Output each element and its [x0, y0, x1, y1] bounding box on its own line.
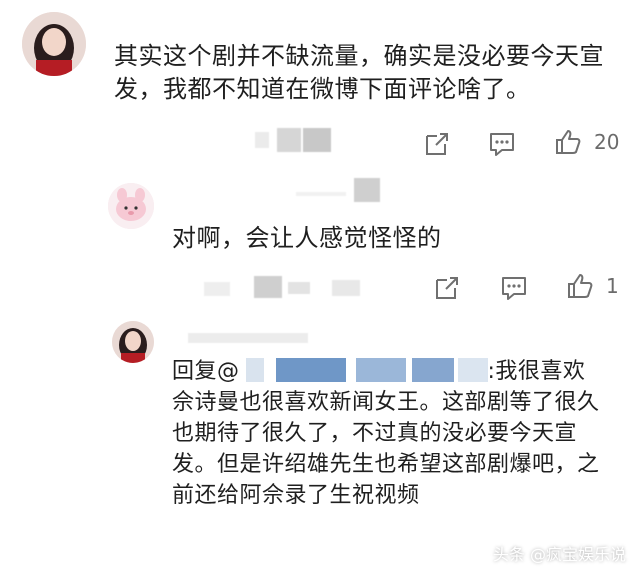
like-count: 1	[606, 274, 619, 298]
avatar-portrait-icon	[112, 321, 154, 363]
avatar-cartoon-icon	[108, 183, 154, 229]
share-icon[interactable]	[433, 274, 461, 302]
like-count: 20	[594, 130, 620, 154]
thumbs-up-icon[interactable]	[566, 272, 594, 300]
watermark-brand: 头条 @疯宝娱乐说	[492, 545, 626, 564]
thumbs-up-icon[interactable]	[554, 128, 582, 156]
blurred-meta	[255, 128, 331, 152]
avatar[interactable]	[108, 183, 154, 229]
reply-prefix[interactable]: 回复@	[172, 359, 240, 384]
blurred-username	[188, 323, 318, 347]
blurred-mention[interactable]	[240, 358, 488, 382]
blurred-username	[296, 178, 384, 202]
avatar[interactable]	[22, 12, 86, 76]
blurred-meta	[204, 276, 364, 300]
share-icon[interactable]	[423, 130, 451, 158]
comment-text: 其实这个剧并不缺流量，确实是没必要今天宣发，我都不知道在微博下面评论啥了。	[114, 42, 604, 103]
comment-icon[interactable]	[488, 130, 516, 158]
avatar[interactable]	[112, 321, 154, 363]
comment-icon[interactable]	[500, 274, 528, 302]
reply-text: 回复@ :我很喜欢佘诗曼也很喜欢新闻女王。这部剧等了很久也期待了很久了，不过真的…	[172, 356, 602, 511]
avatar-portrait-icon	[22, 12, 86, 76]
comment-text: 对啊，会让人感觉怪怪的	[172, 224, 442, 252]
